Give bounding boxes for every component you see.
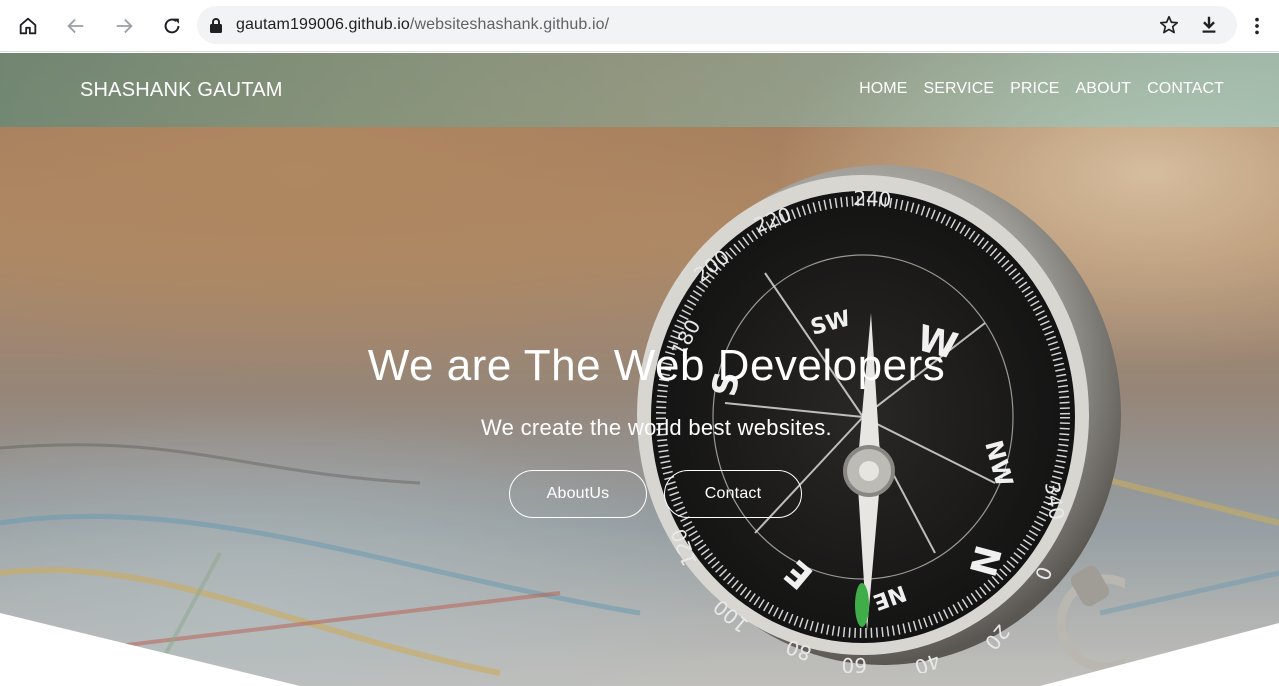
- hero-section: SW W NW N NE S E 240 220 200 180 340 0 2…: [0, 53, 1279, 686]
- forward-button[interactable]: [106, 8, 142, 44]
- download-button[interactable]: [1197, 13, 1221, 37]
- compass-image: SW W NW N NE S E 240 220 200 180 340 0 2…: [637, 165, 1125, 673]
- back-icon: [67, 18, 84, 34]
- contact-button[interactable]: Contact: [664, 470, 802, 518]
- back-button[interactable]: [58, 8, 94, 44]
- about-us-button[interactable]: AboutUs: [509, 470, 647, 518]
- reload-icon: [164, 18, 180, 34]
- browser-toolbar: gautam199006.github.io/websiteshashank.g…: [0, 0, 1279, 52]
- bookmark-star-button[interactable]: [1157, 13, 1181, 37]
- compass-deg-240: 240: [853, 186, 892, 211]
- browser-menu-button[interactable]: [1245, 14, 1269, 38]
- nav-home[interactable]: HOME: [859, 80, 907, 98]
- reload-button[interactable]: [154, 8, 190, 44]
- download-icon: [1202, 16, 1216, 33]
- hero-headline: We are The Web Developers: [367, 341, 946, 390]
- url-text: gautam199006.github.io/websiteshashank.g…: [236, 16, 609, 34]
- url-host: gautam199006.github.io: [236, 16, 410, 33]
- url-path: /websiteshashank.github.io/: [409, 16, 610, 33]
- home-button[interactable]: [10, 8, 46, 44]
- nav-contact[interactable]: CONTACT: [1147, 80, 1224, 98]
- lock-icon: [210, 18, 222, 33]
- hero-subheadline: We create the world best websites.: [481, 415, 832, 440]
- nav-about[interactable]: ABOUT: [1076, 80, 1132, 98]
- site-brand[interactable]: SHASHANK GAUTAM: [80, 79, 283, 102]
- nav-service[interactable]: SERVICE: [923, 80, 994, 98]
- home-icon: [19, 17, 37, 35]
- site-nav: HOME SERVICE PRICE ABOUT CONTACT: [859, 80, 1224, 98]
- address-bar[interactable]: gautam199006.github.io/websiteshashank.g…: [197, 6, 1237, 44]
- site-navbar: SHASHANK GAUTAM HOME SERVICE PRICE ABOUT…: [0, 53, 1279, 127]
- nav-price[interactable]: PRICE: [1010, 80, 1059, 98]
- star-icon: [1159, 15, 1179, 34]
- forward-icon: [116, 18, 133, 34]
- compass-deg-60: 60: [842, 653, 867, 673]
- more-icon: [1255, 17, 1259, 35]
